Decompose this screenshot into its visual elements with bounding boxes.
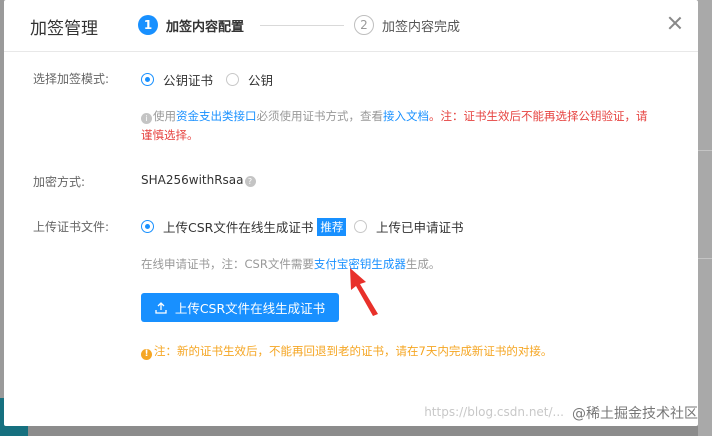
close-icon[interactable] <box>666 14 684 32</box>
radio-checked-icon <box>141 73 154 86</box>
encryption-value: SHA256withRsaa? <box>141 173 256 187</box>
step-2: 2 加签内容完成 <box>354 15 460 35</box>
backdrop-line <box>698 258 712 259</box>
radio-upload-csr[interactable]: 上传CSR文件在线生成证书 推荐 <box>141 217 347 236</box>
encryption-label: 加密方式: <box>33 175 86 189</box>
watermark-brand: @稀土掘金技术社区 <box>572 406 698 422</box>
backdrop-line <box>698 150 712 151</box>
radio-unchecked-icon <box>354 220 367 233</box>
warning-icon: ! <box>141 349 152 360</box>
mode-label: 选择加签模式: <box>33 72 110 86</box>
radio-public-key[interactable]: 公钥 <box>226 70 273 89</box>
dialog-title: 加签管理 <box>30 19 98 39</box>
step-1-label: 加签内容配置 <box>166 19 245 35</box>
mode-note: i 使用资金支出类接口必须使用证书方式，查看接入文档。注：证书生效后不能再选择公钥… <box>141 109 648 142</box>
radio-label: 公钥 <box>248 73 274 88</box>
radio-label: 上传CSR文件在线生成证书 <box>163 220 314 235</box>
help-icon[interactable]: ? <box>244 176 256 187</box>
step-1: 1 加签内容配置 <box>138 15 244 35</box>
upload-icon <box>155 301 167 314</box>
step-connector <box>260 25 344 26</box>
radio-public-key-cert[interactable]: 公钥证书 <box>141 70 213 89</box>
step-1-number: 1 <box>138 15 158 35</box>
sign-management-dialog: 加签管理 1 加签内容配置 2 加签内容完成 选择加签模式: 公钥证书 公钥 i… <box>4 0 698 426</box>
info-icon: i <box>141 113 152 124</box>
radio-label: 上传已申请证书 <box>376 220 464 235</box>
upload-csr-button[interactable]: 上传CSR文件在线生成证书 <box>141 293 339 322</box>
integration-docs-link[interactable]: 接入文档 <box>383 109 429 123</box>
step-2-label: 加签内容完成 <box>382 19 461 35</box>
radio-label: 公钥证书 <box>163 73 214 88</box>
recommended-badge: 推荐 <box>317 217 347 236</box>
cert-warning: ! 注：新的证书生效后，不能再回退到老的证书，请在7天内完成新证书的对接。 <box>141 343 552 360</box>
watermark-url: https://blog.csdn.net/... <box>424 405 564 419</box>
backdrop-right <box>698 0 712 436</box>
radio-upload-existing-cert[interactable]: 上传已申请证书 <box>354 217 464 236</box>
annotation-arrow <box>350 268 378 316</box>
upload-label: 上传证书文件: <box>33 220 110 234</box>
mode-warning: 注：证书生效后不能再选择公钥验证，请 <box>440 109 648 123</box>
radio-unchecked-icon <box>226 73 239 86</box>
dialog-header: 加签管理 1 加签内容配置 2 加签内容完成 <box>4 0 698 52</box>
upload-note: 在线申请证书，注：CSR文件需要支付宝密钥生成器生成。 <box>141 257 441 271</box>
radio-checked-icon <box>141 220 154 233</box>
fund-payout-api-link[interactable]: 资金支出类接口 <box>176 109 257 123</box>
mode-warning-cont: 谨慎选择。 <box>141 128 199 142</box>
step-2-number: 2 <box>354 15 374 35</box>
